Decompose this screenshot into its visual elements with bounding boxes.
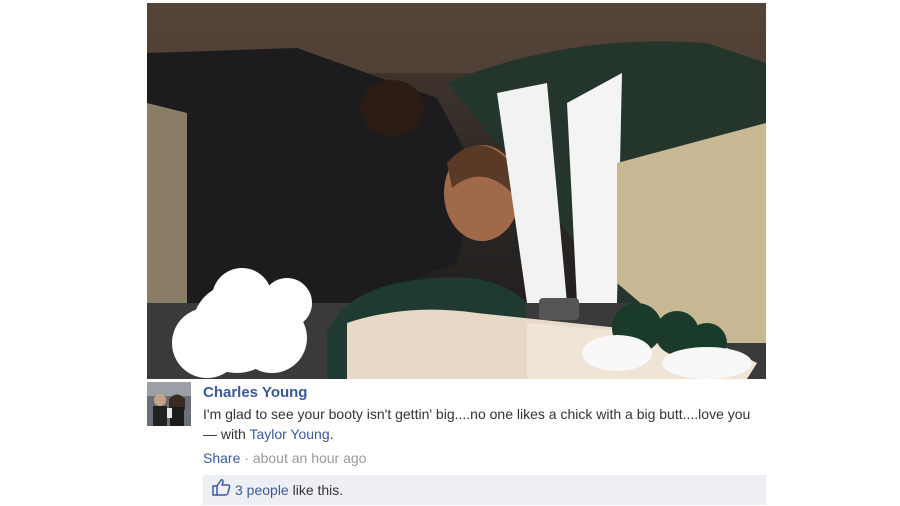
likes-suffix: like this. (288, 482, 344, 498)
avatar[interactable] (147, 382, 191, 426)
feed-story: Charles Young I'm glad to see your booty… (147, 380, 766, 506)
story-meta: Share · about an hour ago (203, 449, 766, 467)
meta-separator: · (240, 450, 253, 466)
tagged-suffix: . (329, 426, 334, 442)
timestamp[interactable]: about an hour ago (253, 450, 367, 466)
message-text: I'm glad to see your booty isn't gettin'… (203, 406, 751, 422)
tagged-person-link[interactable]: Taylor Young (249, 426, 329, 442)
avatar-image (147, 382, 191, 426)
likes-bar: 3 people like this. (203, 475, 766, 505)
share-link[interactable]: Share (203, 450, 240, 466)
post-photo[interactable] (147, 3, 766, 379)
thumbs-up-icon (211, 476, 231, 506)
likes-people-link[interactable]: 3 people (235, 482, 289, 498)
story-content: Charles Young I'm glad to see your booty… (203, 384, 766, 467)
author-name[interactable]: Charles Young (203, 384, 307, 401)
photo-scene (147, 3, 766, 379)
story-message: I'm glad to see your booty isn't gettin'… (203, 404, 766, 444)
with-prefix: — with (203, 426, 250, 442)
